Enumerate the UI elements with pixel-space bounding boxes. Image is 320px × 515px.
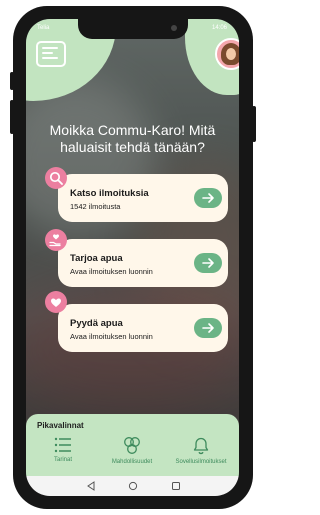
arrow-right-icon [202,193,214,203]
card-subtitle: 1542 ilmoitusta [70,202,121,211]
tab-label: Mahdollisuudet [111,459,153,465]
app-screen: Telia 14:06 Moikka Commu-Karo! Mitä halu… [26,19,239,496]
card-title: Tarjoa apua [70,253,123,264]
tab-stories[interactable]: Tarinat [33,436,93,463]
quick-actions-panel: Pikavalinnat Tarinat Mahdollisuudet Sove [26,414,239,476]
arrow-right-icon [202,323,214,333]
system-navigation-bar [26,476,239,496]
card-subtitle: Avaa ilmoituksen luonnin [70,332,153,341]
search-icon [45,167,67,189]
menu-button[interactable] [36,41,66,67]
menu-icon [42,47,58,49]
card-request-help[interactable]: Pyydä apua Avaa ilmoituksen luonnin [58,304,228,352]
arrow-right-button[interactable] [194,318,222,338]
arrow-right-button[interactable] [194,188,222,208]
avatar[interactable] [215,38,239,70]
back-icon[interactable] [86,481,96,491]
list-icon [54,437,71,453]
status-carrier: Telia [37,25,50,31]
heart-icon [45,291,67,313]
home-icon[interactable] [128,481,138,491]
card-title: Katso ilmoituksia [70,188,149,199]
circles-icon [124,437,140,454]
card-browse-listings[interactable]: Katso ilmoituksia 1542 ilmoitusta [58,174,228,222]
tab-opportunities[interactable]: Mahdollisuudet [102,436,162,465]
card-title: Pyydä apua [70,318,123,329]
status-time: 14:06 [211,25,227,31]
card-subtitle: Avaa ilmoituksen luonnin [70,267,153,276]
tab-app-notifications[interactable]: Sovellusilmoitukset [171,436,231,465]
quick-actions-title: Pikavalinnat [37,421,84,430]
greeting-text: Moikka Commu-Karo! Mitä haluaisit tehdä … [49,122,216,155]
card-offer-help[interactable]: Tarjoa apua Avaa ilmoituksen luonnin [58,239,228,287]
recents-icon[interactable] [171,481,181,491]
arrow-right-button[interactable] [194,253,222,273]
hand-heart-icon [45,229,67,251]
tab-label: Sovellusilmoitukset [175,459,227,465]
bell-icon [193,437,209,455]
tab-label: Tarinat [53,457,72,463]
camera-notch [78,19,188,39]
arrow-right-icon [202,258,214,268]
